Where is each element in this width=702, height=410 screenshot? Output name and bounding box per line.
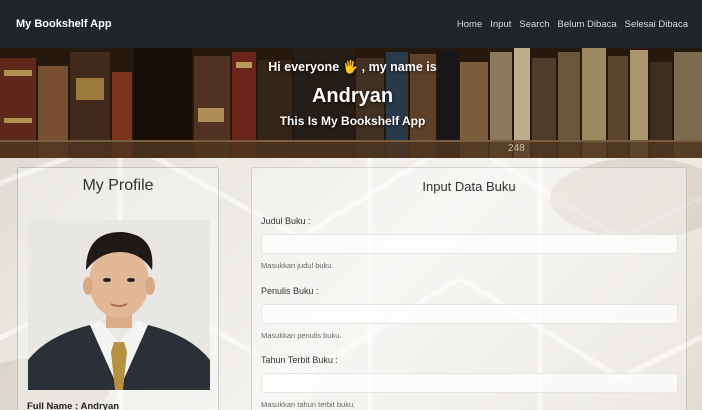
penulis-buku-help: Masukkan penulis buku. bbox=[261, 331, 342, 340]
field-judul-buku-label: Judul Buku : bbox=[261, 216, 311, 226]
hero-banner: 248 Hi everyone 🖐 , my name is Andryan T… bbox=[0, 48, 702, 158]
nav-link-input[interactable]: Input bbox=[490, 19, 511, 30]
hero-greeting: Hi everyone 🖐 , my name is bbox=[268, 60, 437, 74]
field-tahun-terbit-label: Tahun Terbit Buku : bbox=[261, 355, 338, 365]
nav-link-search[interactable]: Search bbox=[519, 19, 549, 30]
tahun-terbit-help: Masukkan tahun terbit buku. bbox=[261, 400, 356, 409]
tahun-terbit-input[interactable] bbox=[261, 373, 678, 393]
judul-buku-input[interactable] bbox=[261, 234, 678, 254]
full-name-value: Andryan bbox=[80, 401, 120, 410]
profile-full-name: Full Name : Andryan bbox=[27, 401, 119, 410]
profile-card: My Profile Full Name : Andryan bbox=[17, 167, 219, 410]
judul-buku-help: Masukkan judul buku. bbox=[261, 261, 334, 270]
hero-name: Andryan bbox=[311, 85, 394, 107]
nav-link-home[interactable]: Home bbox=[457, 19, 482, 30]
field-tahun-terbit: Tahun Terbit Buku : Masukkan tahun terbi… bbox=[261, 355, 678, 409]
hero-subtitle: This Is My Bookshelf App bbox=[279, 114, 426, 128]
field-judul-buku: Judul Buku : Masukkan judul buku. bbox=[261, 216, 678, 270]
nav-links: Home Input Search Belum Dibaca Selesai D… bbox=[457, 19, 688, 30]
nav-link-selesai-dibaca[interactable]: Selesai Dibaca bbox=[625, 19, 688, 30]
field-penulis-buku: Penulis Buku : Masukkan penulis buku. bbox=[261, 286, 678, 340]
hero-text: Hi everyone 🖐 , my name is Andryan This … bbox=[0, 48, 702, 158]
profile-title: My Profile bbox=[82, 177, 154, 194]
field-penulis-buku-label: Penulis Buku : bbox=[261, 286, 319, 296]
profile-photo bbox=[28, 220, 210, 390]
brand-logo[interactable]: My Bookshelf App bbox=[16, 18, 112, 30]
input-form-title: Input Data Buku bbox=[422, 179, 516, 194]
input-book-card: Input Data Buku Judul Buku : Masukkan ju… bbox=[251, 167, 687, 410]
full-name-label: Full Name : bbox=[27, 401, 81, 410]
penulis-buku-input[interactable] bbox=[261, 304, 678, 324]
top-navbar: My Bookshelf App Home Input Search Belum… bbox=[0, 0, 702, 48]
nav-link-belum-dibaca[interactable]: Belum Dibaca bbox=[557, 19, 616, 30]
